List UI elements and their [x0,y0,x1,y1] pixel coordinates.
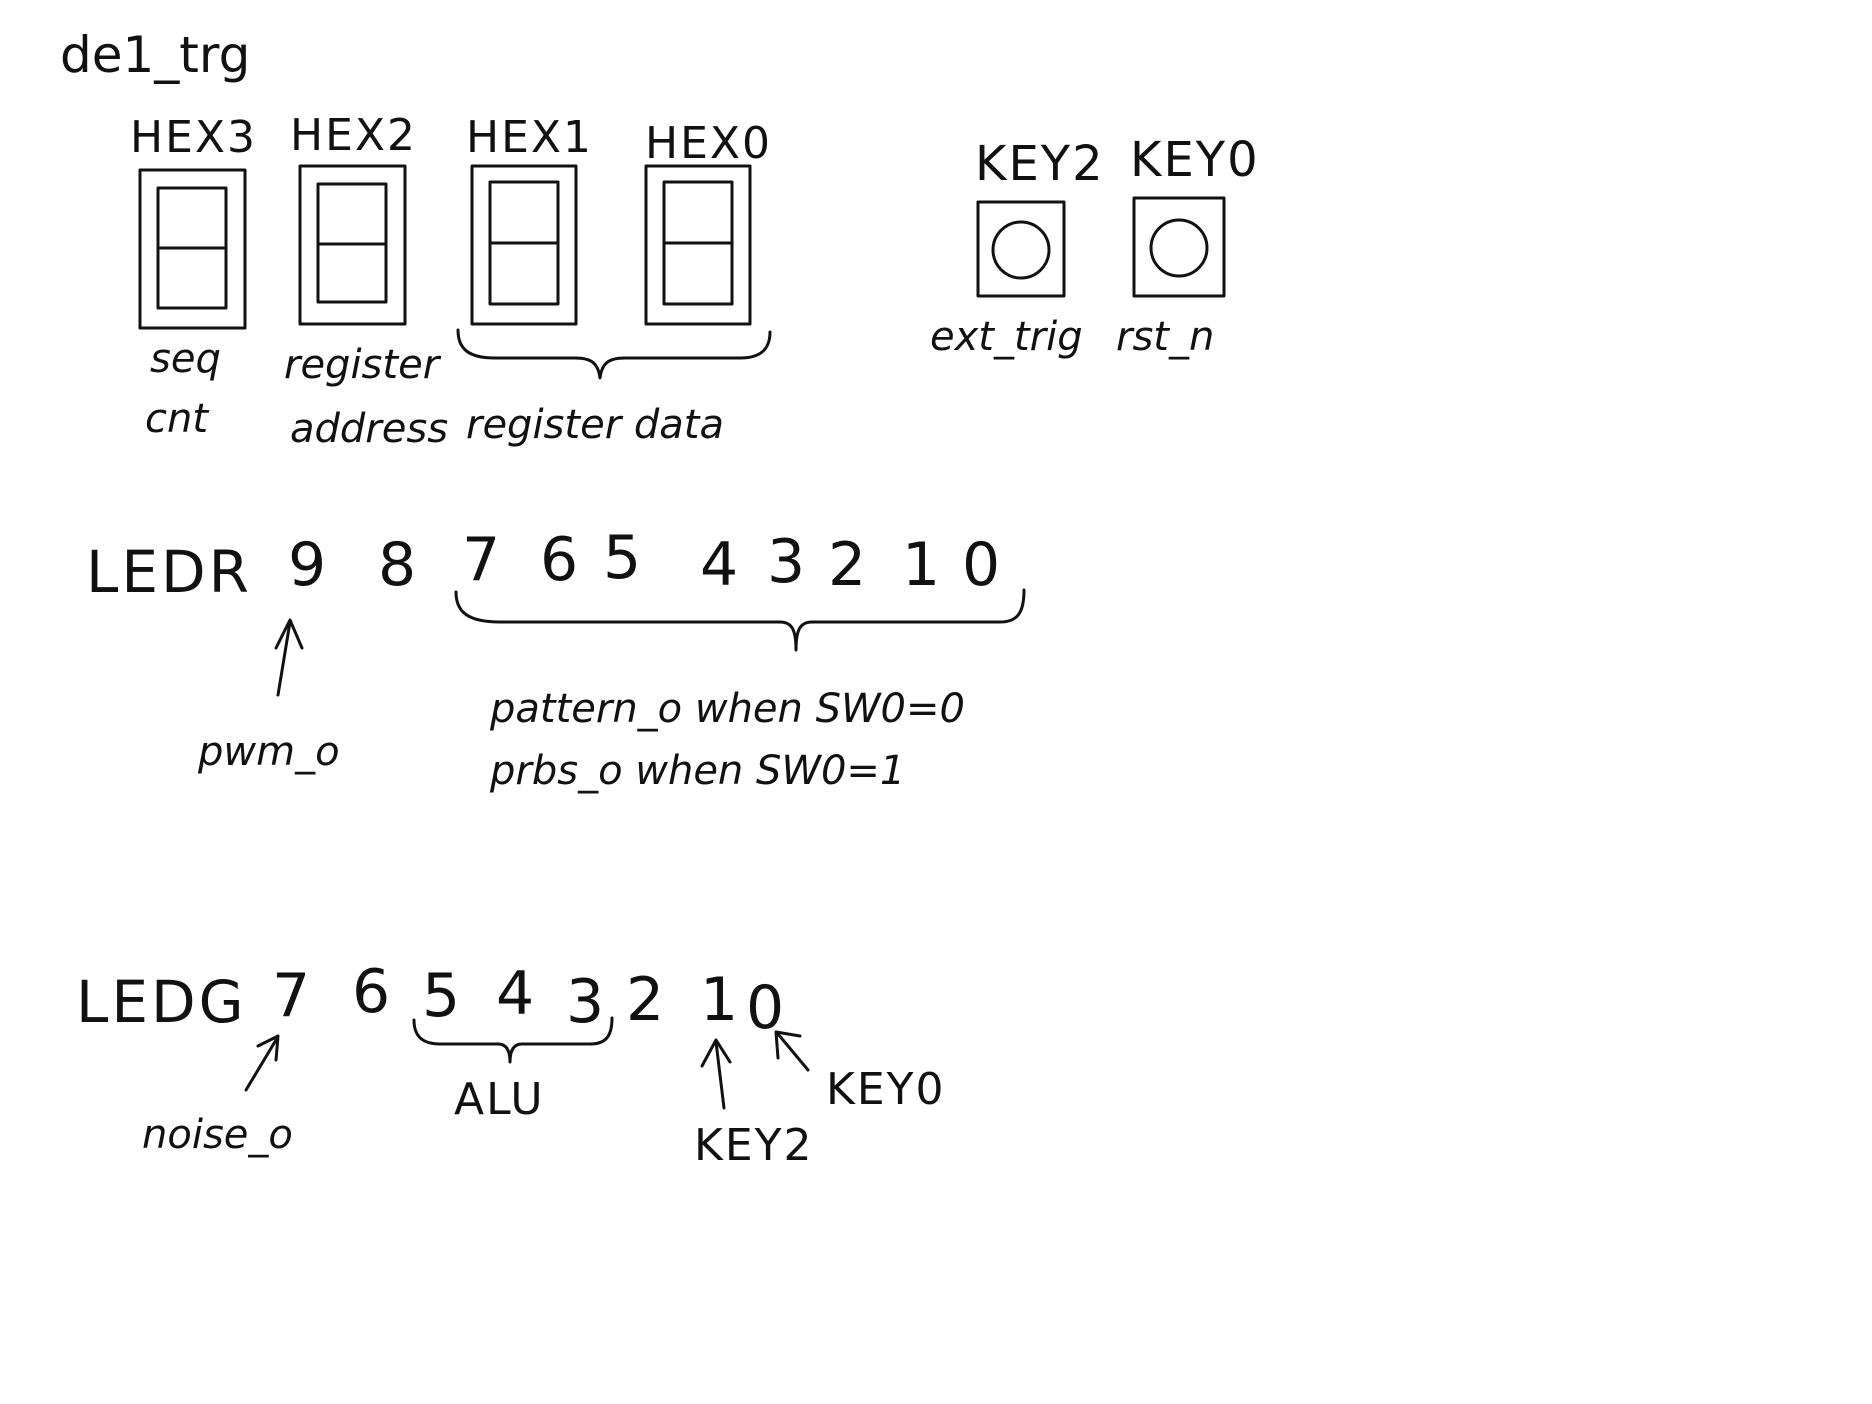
key0-button: KEY0 rst_n [1116,132,1260,360]
ledg-index: 6 [352,957,390,1027]
key2-title: KEY2 [975,136,1105,192]
ledr-group-line1: pattern_o when SW0=0 [489,686,965,732]
ledg-index: 1 [700,965,738,1035]
ledg-index: 7 [272,961,310,1031]
ledr-index: 7 [462,525,500,595]
key2-frame [976,200,1066,298]
key2-label: ext_trig [930,314,1083,360]
hex0-display: HEX0 [644,118,772,326]
hex3-display: HEX3 [130,112,257,330]
ledg1-label: KEY2 [694,1120,814,1171]
ledr-index: 5 [603,523,641,593]
alu-label: ALU [454,1074,545,1125]
ledg1-arrow [700,1038,732,1110]
hex2-title: HEX2 [290,110,417,161]
hex1-display: HEX1 [466,112,593,326]
ledg0-label: KEY0 [826,1064,946,1115]
key2-button: KEY2 ext_trig [930,136,1105,360]
ledr-index: 1 [902,530,940,600]
hex0-frame [644,164,752,326]
hex1-title: HEX1 [466,112,593,163]
ledr-index: 6 [540,525,578,595]
ledr9-arrow [274,618,304,697]
ledg-index: 4 [496,959,534,1029]
ledr-index: 0 [962,530,1000,600]
hex2-label-line1: register [284,342,442,388]
ledr-index: 8 [378,530,416,600]
key0-circle [1149,218,1209,278]
ledr-group-line2: prbs_o when SW0=1 [489,748,905,794]
ledr-label: LEDR [86,538,252,606]
ledr-indices: 9 8 7 6 5 4 3 2 1 0 [288,523,1000,600]
ledg7-label: noise_o [142,1112,293,1158]
key0-frame [1132,196,1226,298]
hex0-title: HEX0 [645,118,772,169]
ledg0-arrow [774,1030,810,1072]
ledr9-label: pwm_o [197,729,340,775]
hex3-label-line1: seq [150,336,221,382]
ledg-index: 5 [422,961,460,1031]
diagram-title: de1_trg [60,26,250,84]
ledg-index: 3 [566,967,604,1037]
register-data-label: register data [466,402,724,448]
key2-circle [991,220,1051,280]
ledr-index: 4 [700,530,738,600]
ledg-label: LEDG [76,968,247,1036]
de1-trg-diagram: de1_trg HEX3 HEX2 HEX1 HEX0 seq cnt regi… [60,26,1260,1171]
hex1-frame [470,164,578,326]
hex3-title: HEX3 [130,112,257,163]
ledr-index: 9 [288,530,326,600]
ledg-indices: 7 6 5 4 3 2 1 0 [272,957,784,1043]
key0-title: KEY0 [1130,132,1260,188]
hex2-label-line2: address [290,406,448,452]
ledr-index: 2 [828,530,866,600]
hex2-display: HEX2 [290,110,417,326]
ledg7-arrow [244,1034,280,1092]
key0-label: rst_n [1116,314,1214,360]
ledg-index: 2 [626,965,664,1035]
hex3-label-line2: cnt [145,396,209,442]
register-data-brace [456,328,772,380]
ledr-index: 3 [767,527,805,597]
